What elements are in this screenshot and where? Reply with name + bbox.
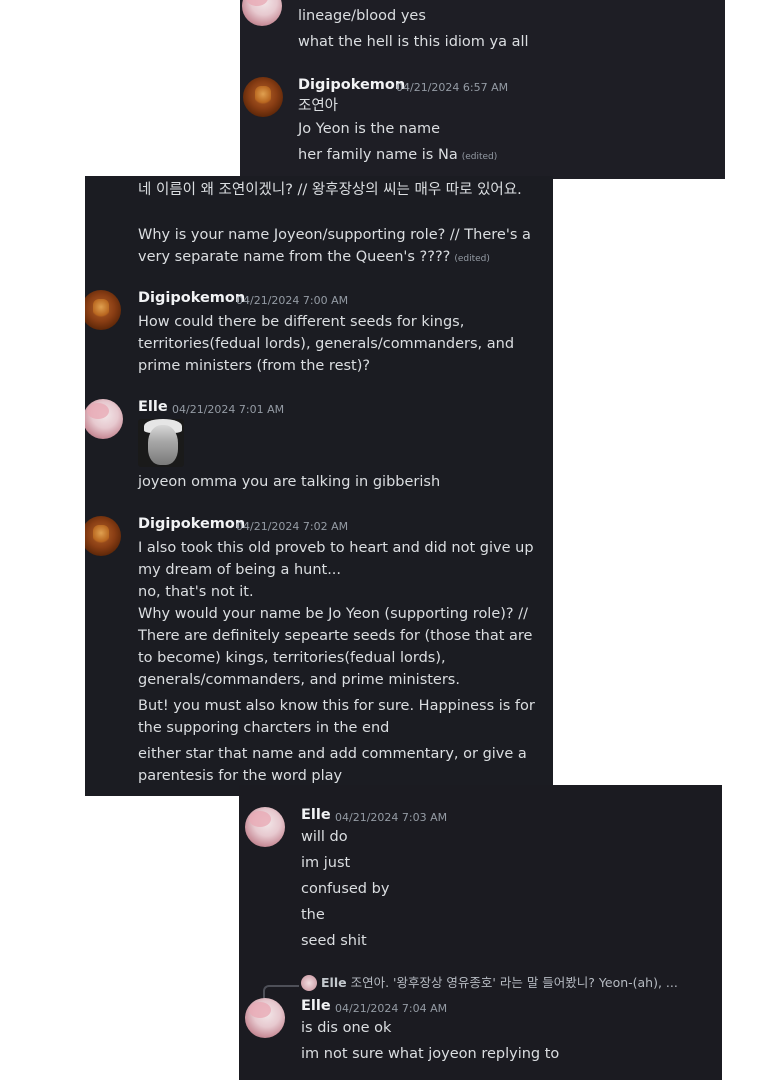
- message-text: I also took this old proveb to heart and…: [138, 540, 534, 578]
- message-line: her family name is Na (edited): [298, 144, 497, 168]
- edited-tag: (edited): [454, 254, 490, 264]
- message-text: How could there be different seeds for k…: [138, 314, 515, 374]
- message-line: im just: [301, 855, 351, 871]
- message-text: But! you must also know this for sure. H…: [138, 698, 535, 736]
- message-text: no, that's not it.: [138, 584, 254, 600]
- user-avatar-digipokemon[interactable]: [243, 77, 283, 117]
- user-avatar-elle[interactable]: [85, 399, 123, 439]
- message-line: Jo Yeon is the name: [298, 121, 440, 137]
- message-line: the: [301, 907, 325, 923]
- message-translation: Why is your name Joyeon/supporting role?…: [138, 224, 546, 270]
- author-name[interactable]: Elle: [301, 807, 331, 823]
- message-text: either star that name and add commentary…: [138, 746, 527, 784]
- message-line: confused by: [301, 881, 390, 897]
- image-face: [148, 425, 178, 465]
- reply-text: 조연아. '왕후장상 영유종호' 라는 말 들어봤니? Yeon-(ah), .…: [350, 975, 678, 990]
- edited-tag: (edited): [461, 152, 498, 162]
- image-attachment[interactable]: [138, 419, 184, 467]
- message-line: will do: [301, 829, 348, 845]
- message-timestamp: 04/21/2024 7:00 AM: [236, 294, 349, 307]
- user-avatar-elle[interactable]: [245, 998, 285, 1038]
- chat-screenshot-bottom: Elle 04/21/2024 7:03 AM will do im just …: [239, 785, 722, 1080]
- author-name[interactable]: Digipokemon: [138, 290, 245, 306]
- message-timestamp: 04/21/2024 7:01 AM: [172, 403, 285, 416]
- message-timestamp: 04/21/2024 6:57 AM: [396, 81, 509, 94]
- author-name[interactable]: Digipokemon: [298, 77, 405, 93]
- message-timestamp: 04/21/2024 7:04 AM: [335, 1002, 448, 1015]
- message-line: im not sure what joyeon replying to: [301, 1046, 560, 1062]
- message-line: what the hell is this idiom ya all: [298, 34, 529, 50]
- user-avatar-digipokemon[interactable]: [85, 290, 121, 330]
- message-line: is dis one ok: [301, 1020, 392, 1036]
- user-avatar-digipokemon[interactable]: [85, 516, 121, 556]
- reply-avatar-elle: [301, 975, 317, 991]
- message-line: lineage/blood yes: [298, 8, 426, 24]
- user-avatar-elle[interactable]: [245, 807, 285, 847]
- message-timestamp: 04/21/2024 7:03 AM: [335, 811, 448, 824]
- message-text: her family name is Na: [298, 147, 458, 163]
- user-avatar-elle[interactable]: [242, 0, 282, 26]
- message-text: joyeon omma you are talking in gibberish: [138, 474, 441, 490]
- message-text: Why would your name be Jo Yeon (supporti…: [138, 606, 533, 688]
- message-line: seed shit: [301, 933, 367, 949]
- reply-preview[interactable]: Elle 조연아. '왕후장상 영유종호' 라는 말 들어봤니? Yeon-(a…: [321, 972, 716, 994]
- message-line: 조연아: [298, 98, 339, 114]
- message-korean: 네 이름이 왜 조연이겠니? // 왕후장상의 씨는 매우 따로 있어요.: [138, 182, 522, 198]
- author-name[interactable]: Elle: [301, 998, 331, 1014]
- author-name[interactable]: Digipokemon: [138, 516, 245, 532]
- author-name[interactable]: Elle: [138, 399, 168, 415]
- message-timestamp: 04/21/2024 7:02 AM: [236, 520, 349, 533]
- chat-screenshot-top: lineage/blood yes what the hell is this …: [240, 0, 725, 179]
- reply-author[interactable]: Elle: [321, 975, 347, 990]
- chat-screenshot-middle: 네 이름이 왜 조연이겠니? // 왕후장상의 씨는 매우 따로 있어요. Wh…: [85, 176, 553, 796]
